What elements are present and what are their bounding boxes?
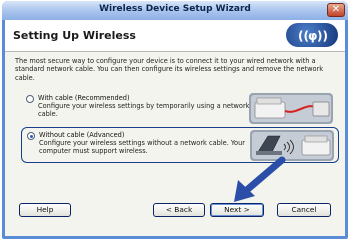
cancel-button[interactable]: Cancel xyxy=(277,203,331,217)
svg-text:φ: φ xyxy=(308,29,317,43)
wizard-content: Setting Up Wireless (( φ )) The most sec… xyxy=(5,20,345,236)
wizard-window: Wireless Device Setup Wizard ✕ Setting U… xyxy=(2,1,348,239)
with-cable-label[interactable]: With cable (Recommended) xyxy=(38,94,130,102)
window-title: Wireless Device Setup Wizard xyxy=(99,4,251,14)
with-cable-radio[interactable] xyxy=(26,95,34,103)
without-cable-description: Configure your wireless settings without… xyxy=(39,139,245,156)
intro-text: The most secure way to configure your de… xyxy=(15,57,324,82)
svg-text:)): )) xyxy=(317,29,328,43)
pointer-arrow-icon xyxy=(234,156,286,202)
close-button[interactable]: ✕ xyxy=(327,3,345,17)
without-cable-radio[interactable] xyxy=(27,132,35,140)
title-bar[interactable]: Wireless Device Setup Wizard ✕ xyxy=(2,1,348,20)
next-button[interactable]: Next > xyxy=(210,203,264,217)
wizard-header: Setting Up Wireless (( φ )) xyxy=(5,20,345,52)
option-without-cable[interactable]: Without cable (Advanced) Configure your … xyxy=(21,127,339,163)
wireless-logo-icon: (( φ )) xyxy=(286,23,338,47)
with-cable-description: Configure your wireless settings by temp… xyxy=(38,102,250,119)
help-button[interactable]: Help xyxy=(19,203,71,217)
option-with-cable[interactable]: With cable (Recommended) Configure your … xyxy=(21,91,339,127)
wired-printer-illustration xyxy=(249,93,333,124)
without-cable-label[interactable]: Without cable (Advanced) xyxy=(39,131,124,139)
back-button[interactable]: < Back xyxy=(153,203,205,217)
page-title: Setting Up Wireless xyxy=(13,29,136,42)
